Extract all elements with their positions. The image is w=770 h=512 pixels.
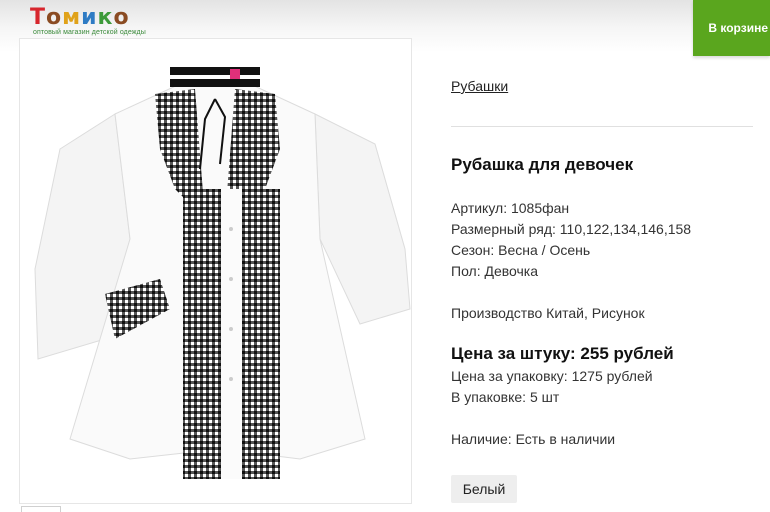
logo-letter: Т — [30, 5, 46, 30]
breadcrumb-link[interactable]: Рубашки — [451, 78, 508, 94]
logo-letter: и — [81, 5, 97, 30]
article: Артикул: 1085фан — [451, 200, 570, 216]
logo-letter: о — [46, 5, 62, 30]
production: Производство Китай, Рисунок — [451, 305, 645, 321]
logo-letter: м — [62, 5, 81, 30]
store-logo[interactable]: Т о м и к о оптовый магазин детской одеж… — [30, 2, 150, 40]
color-option-button[interactable]: Белый — [451, 475, 517, 503]
divider — [451, 126, 753, 127]
season: Сезон: Весна / Осень — [451, 242, 591, 258]
pack-quantity: В упаковке: 5 шт — [451, 389, 560, 405]
shirt-illustration — [34, 67, 411, 479]
logo-tagline: оптовый магазин детской одежды — [33, 29, 146, 36]
logo-letter: к — [97, 5, 113, 30]
product-title: Рубашка для девочек — [451, 155, 634, 174]
size-range: Размерный ряд: 110,122,134,146,158 — [451, 221, 692, 237]
thumbnail[interactable] — [21, 506, 61, 512]
price-per-pack: Цена за упаковку: 1275 рублей — [451, 368, 653, 384]
gender: Пол: Девочка — [451, 263, 539, 279]
product-image[interactable] — [19, 38, 412, 504]
price-per-item: Цена за штуку: 255 рублей — [451, 344, 674, 363]
logo-letter: о — [113, 5, 129, 30]
logo-wordmark: Т о м и к о — [30, 2, 129, 30]
cart-button[interactable]: В корзине — [693, 0, 770, 56]
availability: Наличие: Есть в наличии — [451, 431, 616, 447]
